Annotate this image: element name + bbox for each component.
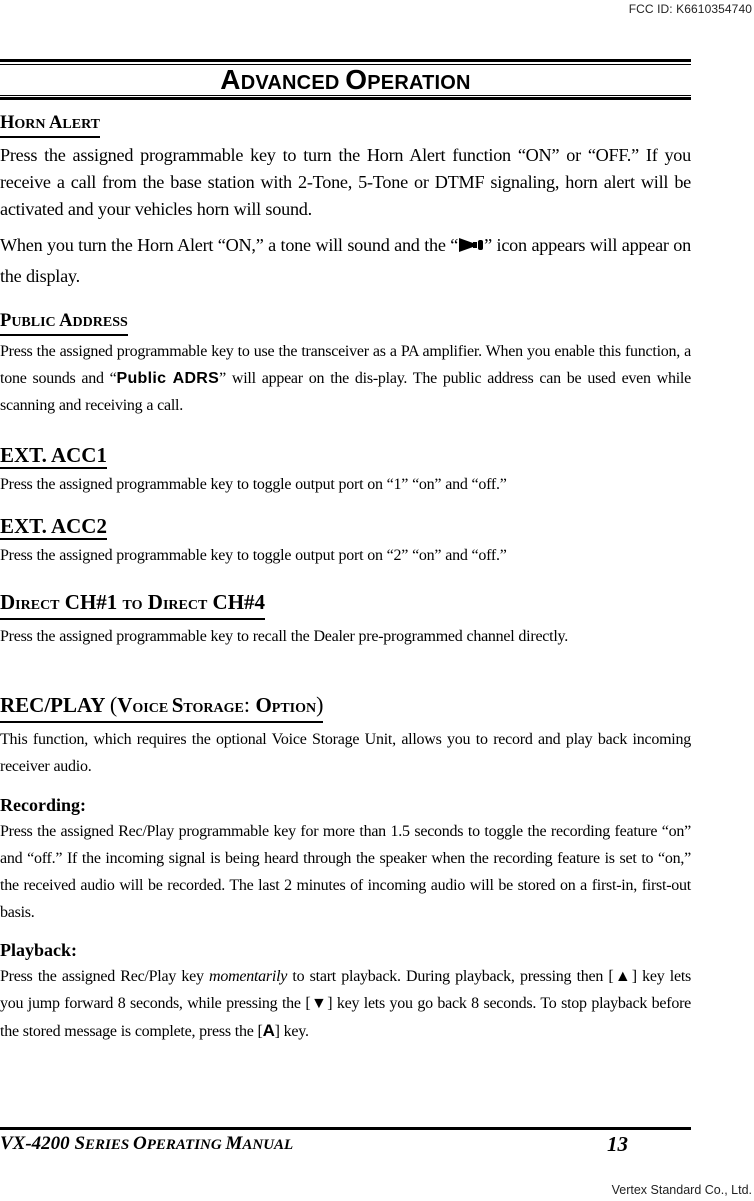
footer-smallcaps: ANUAL [242, 1137, 294, 1153]
paragraph-rec-play: This function, which requires the option… [0, 731, 691, 775]
heading-text: : [243, 692, 256, 717]
heading-ext-acc2: EXT. ACC2 [0, 514, 107, 540]
chapter-title-text: PERATION [367, 72, 471, 94]
section-public-address: PUBLIC ADDRESS Press the assigned progra… [0, 310, 691, 419]
fcc-id-label: FCC ID: K6610354740 [628, 2, 752, 16]
heading-smallcaps: TO [122, 598, 143, 613]
heading-cap: H [0, 113, 15, 133]
heading-smallcaps: IRECT [162, 598, 208, 613]
section-ext-acc1: EXT. ACC1 Press the assigned programmabl… [0, 443, 691, 498]
section-rec-play: REC/PLAY (VOICE STORAGE: OPTION) This fu… [0, 693, 691, 1045]
heading-smallcaps: IRECT [15, 598, 60, 613]
heading-rec-play: REC/PLAY (VOICE STORAGE: OPTION) [0, 692, 324, 723]
heading-smallcaps: TORAGE [183, 701, 244, 716]
paragraph-text: When you turn the Horn Alert “ON,” a ton… [0, 235, 459, 255]
heading-smallcaps: ORN [14, 117, 50, 132]
down-arrow-key-icon: ▼ [310, 995, 328, 1012]
paragraph-horn-alert-2: When you turn the Horn Alert “ON,” a ton… [0, 230, 691, 292]
heading-cap: D [0, 590, 16, 614]
heading-cap: S [171, 693, 184, 717]
heading-text: CH#1 [59, 590, 123, 614]
heading-smallcaps: OICE [132, 701, 172, 716]
emphasis-momentarily: momentarily [209, 968, 288, 985]
heading-smallcaps: LERT [62, 117, 101, 132]
paragraph-text: ] key. [274, 1023, 309, 1040]
subheading-playback: Playback: [0, 940, 78, 960]
chapter-title-cap: A [220, 64, 241, 95]
heading-cap: V [117, 693, 133, 717]
heading-text: CH#4 [207, 590, 266, 614]
paragraph-ext-acc2: Press the assigned programmable key to t… [0, 547, 507, 564]
chapter-title-text: DVANCED [240, 72, 346, 94]
section-ext-acc2: EXT. ACC2 Press the assigned programmabl… [0, 514, 691, 569]
heading-cap: D [142, 590, 163, 614]
header-rule-top-thick [0, 59, 691, 62]
footer-cap: S [74, 1133, 86, 1154]
header-rule-bottom-thick [0, 97, 691, 100]
paragraph-playback: Press the assigned Rec/Play key momentar… [0, 963, 691, 1045]
footer-cap: M [225, 1133, 243, 1154]
footer-text: VX-4200 [0, 1133, 75, 1154]
lcd-text-public-adrs: Public ADRS [116, 370, 220, 387]
heading-direct-ch: DIRECT CH#1 TO DIRECT CH#4 [0, 590, 266, 620]
section-direct-ch: DIRECT CH#1 TO DIRECT CH#4 Press the ass… [0, 590, 691, 650]
paragraph-direct-ch: Press the assigned programmable key to r… [0, 628, 569, 645]
paragraph-text: Press the assigned Rec/Play key [0, 968, 210, 985]
subheading-recording: Recording: [0, 795, 86, 815]
heading-text: REC/PLAY [0, 693, 110, 717]
vendor-label: Vertex Standard Co., Ltd. [611, 1183, 752, 1197]
paragraph-public-address: Press the assigned programmable key to u… [0, 338, 691, 419]
paragraph-horn-alert-1: Press the assigned programmable key to t… [0, 145, 691, 219]
up-arrow-key-icon: ▲ [613, 968, 633, 985]
page-number: 13 [607, 1132, 628, 1156]
header-rule-bottom-thin [0, 95, 691, 96]
heading-text: ) [316, 692, 324, 717]
a-key-icon: A [262, 1021, 275, 1040]
heading-cap: P [0, 311, 12, 331]
paragraph-ext-acc1: Press the assigned programmable key to t… [0, 476, 507, 493]
heading-smallcaps: DDRESS [72, 315, 128, 330]
paragraph-text: to start playback. During playback, pres… [287, 968, 614, 985]
heading-cap: A [49, 113, 63, 133]
paragraph-recording: Press the assigned Rec/Play programmable… [0, 823, 691, 921]
footer-smallcaps: ERIES [85, 1137, 133, 1153]
footer-cap: O [132, 1133, 147, 1154]
heading-cap: O [255, 693, 272, 717]
heading-smallcaps: UBLIC [11, 315, 60, 330]
section-horn-alert: HORN ALERT Press the assigned programmab… [0, 112, 691, 292]
heading-smallcaps: PTION [271, 701, 317, 716]
heading-horn-alert: HORN ALERT [0, 112, 101, 138]
footer-rule [0, 1127, 691, 1130]
footer-manual-title: VX-4200 SERIES OPERATING MANUAL [0, 1131, 293, 1158]
chapter-title-cap: O [345, 64, 368, 95]
heading-cap: A [59, 311, 73, 331]
footer-smallcaps: PERATING [146, 1137, 226, 1153]
heading-ext-acc1: EXT. ACC1 [0, 443, 107, 469]
heading-public-address: PUBLIC ADDRESS [0, 310, 128, 336]
horn-icon [459, 238, 484, 252]
